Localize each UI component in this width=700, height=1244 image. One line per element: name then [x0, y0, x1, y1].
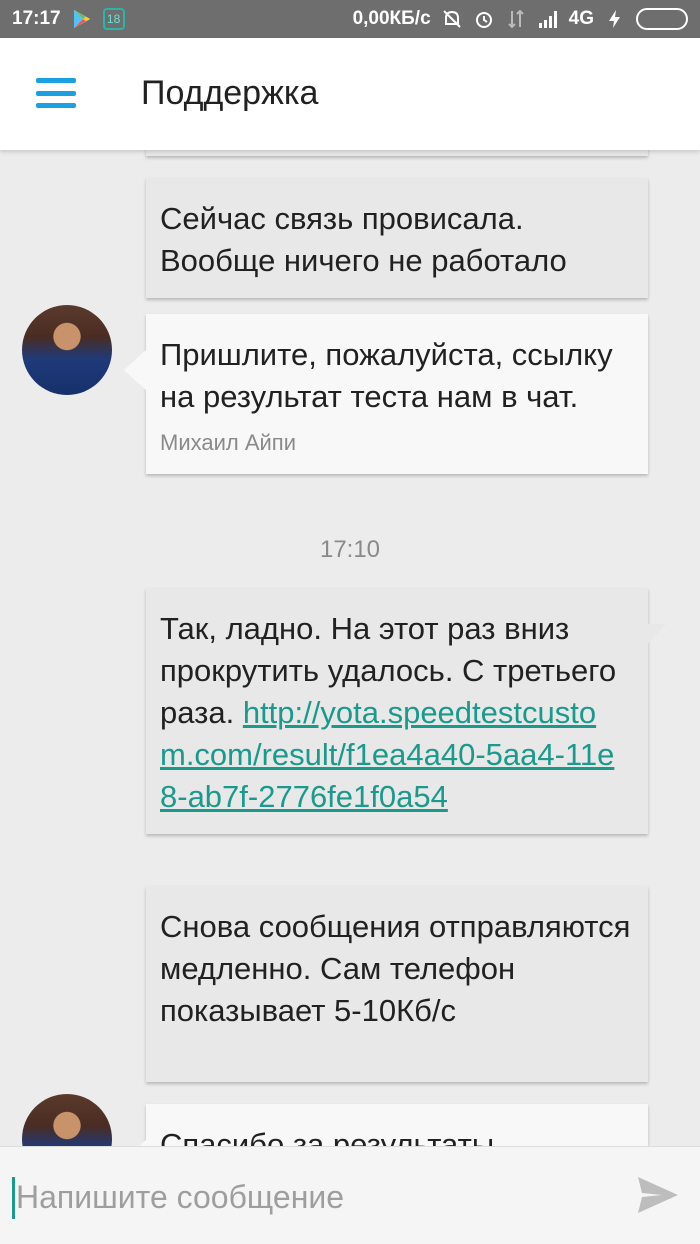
message-bubble-incoming[interactable]: Спасибо за результаты [124, 1104, 648, 1146]
message-bubble-outgoing[interactable]: Сейчас связь провисала. Вообще ничего не… [146, 178, 648, 298]
status-bar: 17:17 18 0,00КБ/с 4G [0, 0, 700, 38]
status-bar-right: 0,00КБ/с 4G [353, 8, 688, 30]
alarm-icon [475, 12, 492, 28]
message-text: Пришлите, пожалуйста, ссылку на результа… [160, 337, 613, 414]
message-text: Снова сообщения отправляются медленно. С… [160, 909, 631, 1028]
message-bubble-outgoing[interactable]: Снова сообщения отправляются медленно. С… [146, 886, 648, 1082]
avatar[interactable] [22, 305, 112, 395]
message-bubble-partial [146, 150, 648, 156]
signal-icon [538, 11, 557, 28]
message-author: Михаил Айпи [160, 430, 297, 455]
battery-icon [636, 8, 688, 30]
play-store-icon [73, 10, 90, 28]
bubble-tail [124, 350, 146, 390]
message-bubble-incoming[interactable]: Пришлите, пожалуйста, ссылку на результа… [124, 314, 648, 474]
status-time: 17:17 [12, 8, 61, 29]
status-bar-left: 17:17 18 [12, 8, 125, 30]
chat-list[interactable]: Сейчас связь провисала. Вообще ничего не… [0, 150, 700, 1146]
message-text: Спасибо за результаты [160, 1127, 495, 1146]
notification-badge: 18 [102, 8, 125, 30]
avatar[interactable] [22, 1094, 112, 1146]
network-type: 4G [568, 8, 594, 29]
send-icon[interactable] [636, 1175, 680, 1215]
data-icon [507, 9, 524, 29]
message-bubble-outgoing[interactable]: Так, ладно. На этот раз вниз прокрутить … [146, 588, 666, 834]
page-title: Поддержка [141, 74, 319, 112]
mute-icon [442, 10, 461, 28]
charging-icon [609, 10, 620, 28]
timestamp: 17:10 [319, 536, 381, 563]
hamburger-icon[interactable] [36, 78, 76, 108]
composer-bar [0, 1146, 700, 1244]
bubble-tail [646, 624, 666, 646]
text-cursor [12, 1177, 15, 1219]
message-input[interactable] [16, 1171, 606, 1223]
network-speed: 0,00КБ/с [352, 8, 431, 29]
app-bar: Поддержка [0, 38, 700, 150]
message-text: Сейчас связь провисала. Вообще ничего не… [160, 201, 567, 278]
